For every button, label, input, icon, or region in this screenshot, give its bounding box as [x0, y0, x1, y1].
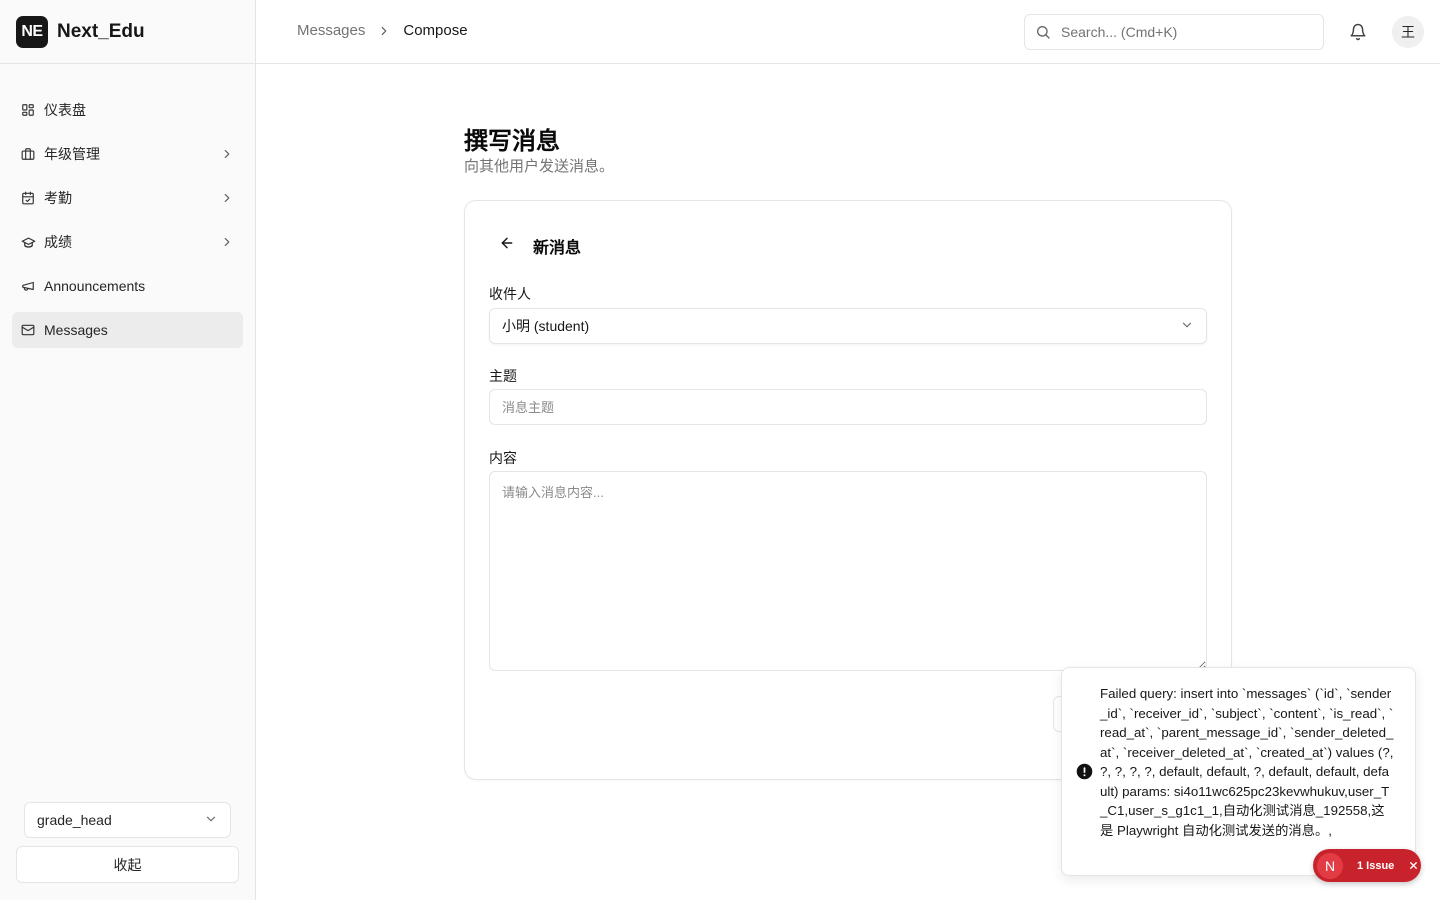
role-select[interactable]: grade_head: [24, 802, 231, 838]
avatar[interactable]: 王: [1392, 16, 1424, 48]
sidebar-item-messages[interactable]: Messages: [12, 312, 243, 348]
sidebar-item-label: Announcements: [44, 278, 146, 294]
megaphone-icon: [20, 278, 36, 294]
chevron-right-icon: [377, 24, 391, 38]
recipient-select-value: 小明 (student): [502, 318, 590, 334]
sidebar-item-grades[interactable]: 成绩: [12, 224, 243, 260]
sidebar-item-dashboard[interactable]: 仪表盘: [12, 92, 243, 128]
recipient-select[interactable]: 小明 (student): [489, 308, 1207, 344]
dashboard-grid-icon: [20, 102, 36, 118]
sidebar-item-grade-management[interactable]: 年级管理: [12, 136, 243, 172]
breadcrumb-compose: Compose: [403, 22, 468, 39]
chevron-right-icon: [219, 190, 235, 206]
sidebar-item-label: 成绩: [44, 234, 72, 250]
sidebar-item-label: 年级管理: [44, 146, 100, 162]
brand-logo: NE: [16, 15, 48, 48]
sidebar-nav: 仪表盘 年级管理 考勤 成绩 Announcements Messages: [0, 64, 255, 348]
sidebar-item-label: 考勤: [44, 190, 72, 206]
error-message: Failed query: insert into `messages` (`i…: [1100, 686, 1394, 838]
sidebar: NE Next_Edu 仪表盘 年级管理 考勤 成绩 Announcements…: [0, 0, 256, 900]
breadcrumb-messages[interactable]: Messages: [297, 22, 365, 39]
briefcase-icon: [20, 146, 36, 162]
chevron-right-icon: [219, 234, 235, 250]
chevron-down-icon: [204, 812, 218, 829]
sidebar-item-label: 仪表盘: [44, 102, 86, 118]
close-icon[interactable]: [1406, 859, 1420, 873]
sidebar-item-label: Messages: [44, 322, 108, 338]
bell-icon[interactable]: [1348, 22, 1368, 42]
recipient-label: 收件人: [489, 286, 531, 302]
chevron-right-icon: [219, 146, 235, 162]
calendar-check-icon: [20, 190, 36, 206]
error-alert-icon: [1075, 762, 1093, 780]
content-label: 内容: [489, 450, 517, 466]
back-arrow-icon[interactable]: [497, 233, 517, 253]
role-select-value: grade_head: [37, 812, 112, 828]
breadcrumb: Messages Compose: [297, 22, 468, 39]
graduation-cap-icon: [20, 234, 36, 250]
top-header: Messages Compose Search... (Cmd+K) 王: [256, 0, 1440, 64]
chevron-down-icon: [1180, 318, 1194, 335]
page-title: 撰写消息: [464, 128, 560, 155]
sidebar-item-attendance[interactable]: 考勤: [12, 180, 243, 216]
page-subtitle: 向其他用户发送消息。: [464, 158, 615, 175]
issue-badge[interactable]: N 1 Issue: [1313, 849, 1421, 882]
issue-logo: N: [1317, 852, 1343, 879]
sidebar-item-announcements[interactable]: Announcements: [12, 268, 243, 304]
mail-icon: [20, 322, 36, 338]
subject-label: 主题: [489, 368, 517, 384]
search-placeholder: Search... (Cmd+K): [1061, 24, 1178, 40]
card-title: 新消息: [533, 240, 582, 257]
brand[interactable]: NE Next_Edu: [0, 0, 255, 64]
issue-count: 1 Issue: [1357, 859, 1395, 872]
content-textarea[interactable]: [489, 471, 1207, 671]
collapse-sidebar-button[interactable]: 收起: [16, 846, 239, 883]
search-icon: [1035, 24, 1051, 40]
search-input[interactable]: Search... (Cmd+K): [1024, 14, 1324, 50]
subject-input[interactable]: [489, 389, 1207, 425]
error-toast: Failed query: insert into `messages` (`i…: [1061, 667, 1416, 876]
brand-name: Next_Edu: [57, 20, 145, 42]
